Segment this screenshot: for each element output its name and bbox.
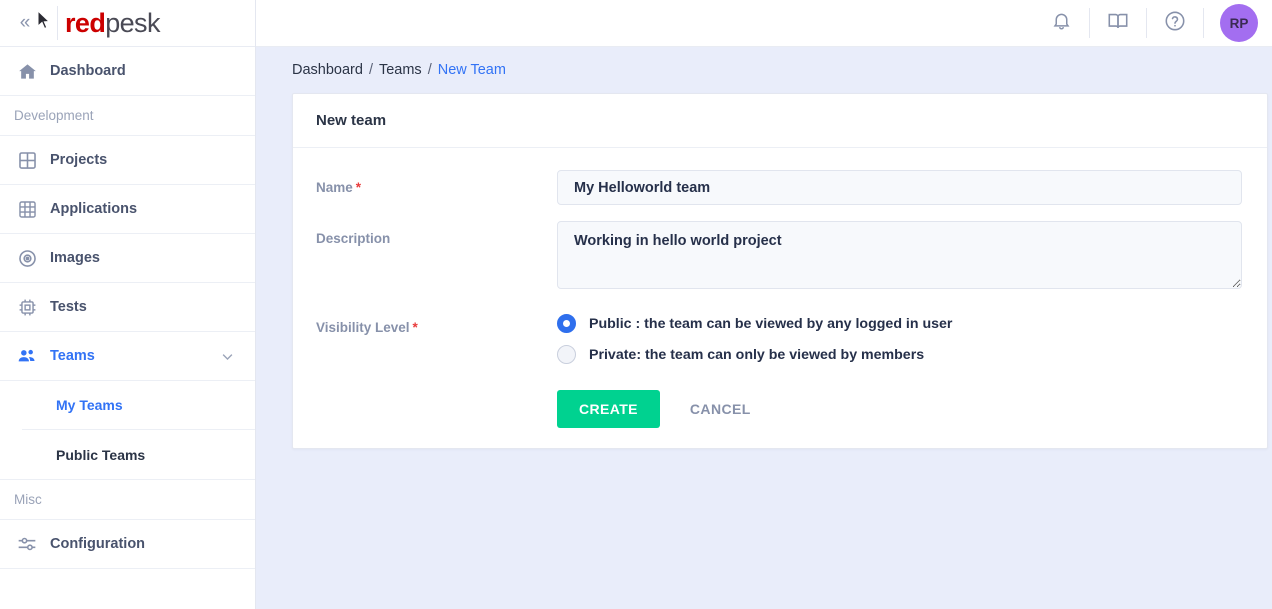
sidebar-item-my-teams[interactable]: My Teams <box>22 381 255 430</box>
breadcrumb: Dashboard / Teams / New Team <box>292 47 1268 93</box>
sidebar-item-label-images: Images <box>50 249 100 266</box>
disc-icon <box>14 247 40 269</box>
sidebar-item-label-teams: Teams <box>50 347 95 364</box>
brand-logo-pesk: pesk <box>105 7 160 38</box>
form-row-description: Description <box>316 221 1242 294</box>
name-field-wrap <box>557 170 1242 205</box>
brand-divider <box>57 6 58 40</box>
collapse-icon: « <box>19 12 30 33</box>
create-button[interactable]: CREATE <box>557 390 660 428</box>
main-area: RP Dashboard / Teams / New Team New team… <box>256 0 1272 609</box>
breadcrumb-new-team[interactable]: New Team <box>438 62 506 78</box>
breadcrumb-dashboard[interactable]: Dashboard <box>292 62 363 78</box>
collapse-sidebar-button[interactable]: « <box>0 0 48 46</box>
sidebar-section-development: Development <box>0 96 255 136</box>
sidebar-item-projects[interactable]: Projects <box>0 136 255 185</box>
sliders-icon <box>14 533 40 555</box>
form-row-visibility: Visibility Level * Public : the team can … <box>316 310 1242 364</box>
sidebar-item-teams[interactable]: Teams <box>0 332 255 381</box>
radio-private[interactable] <box>557 345 576 364</box>
breadcrumb-separator-1: / <box>368 62 373 78</box>
topbar-divider-3 <box>1203 8 1204 38</box>
name-label-text: Name <box>316 180 353 195</box>
new-team-form: Name* Description <box>293 148 1267 448</box>
breadcrumb-separator-2: / <box>427 62 432 78</box>
sidebar: « redpesk Dashboard Development Projects… <box>0 0 256 609</box>
chevron-down-icon[interactable] <box>220 349 235 364</box>
sidebar-item-label-configuration: Configuration <box>50 535 146 552</box>
name-label: Name * <box>316 170 557 195</box>
sidebar-item-images[interactable]: Images <box>0 234 255 283</box>
name-required-mark: * <box>355 180 362 195</box>
visibility-label: Visibility Level * <box>316 310 557 335</box>
visibility-option-private[interactable]: Private: the team can only be viewed by … <box>557 345 1242 364</box>
topbar: RP <box>256 0 1272 47</box>
description-textarea[interactable] <box>557 221 1242 289</box>
app-root: « redpesk Dashboard Development Projects… <box>0 0 1272 609</box>
card-title: New team <box>293 94 1267 148</box>
grid-4-icon <box>14 149 40 171</box>
sidebar-section-misc: Misc <box>0 480 255 520</box>
content-area: Dashboard / Teams / New Team New team Na… <box>256 47 1272 609</box>
sidebar-item-tests[interactable]: Tests <box>0 283 255 332</box>
visibility-option-public[interactable]: Public : the team can be viewed by any l… <box>557 314 1242 333</box>
chip-icon <box>14 296 40 318</box>
sidebar-item-label-my-teams: My Teams <box>56 397 123 413</box>
sidebar-item-configuration[interactable]: Configuration <box>0 520 255 569</box>
description-field-wrap <box>557 221 1242 294</box>
visibility-options: Public : the team can be viewed by any l… <box>557 310 1242 364</box>
sidebar-item-label-tests: Tests <box>50 298 87 315</box>
notifications-button[interactable] <box>1033 0 1089 46</box>
question-circle-icon <box>1164 10 1186 37</box>
visibility-label-text: Visibility Level <box>316 320 410 335</box>
sidebar-item-applications[interactable]: Applications <box>0 185 255 234</box>
help-button[interactable] <box>1147 0 1203 46</box>
sidebar-item-dashboard[interactable]: Dashboard <box>0 47 255 96</box>
sidebar-item-public-teams[interactable]: Public Teams <box>22 430 255 479</box>
sidebar-item-label-applications: Applications <box>50 200 138 217</box>
teams-submenu: My Teams Public Teams <box>0 381 255 480</box>
new-team-card: New team Name* Description <box>292 93 1268 449</box>
description-label: Description <box>316 221 557 246</box>
description-label-text: Description <box>316 231 391 246</box>
breadcrumb-teams[interactable]: Teams <box>379 62 422 78</box>
sidebar-item-label-projects: Projects <box>50 151 108 168</box>
book-icon <box>1107 10 1129 37</box>
avatar-initials: RP <box>1229 15 1249 31</box>
cancel-button[interactable]: CANCEL <box>690 401 751 417</box>
documentation-button[interactable] <box>1090 0 1146 46</box>
form-actions: CREATE CANCEL <box>316 390 1242 428</box>
users-icon <box>14 345 40 367</box>
sidebar-brand-row: « redpesk <box>0 0 255 47</box>
radio-public[interactable] <box>557 314 576 333</box>
sidebar-item-label-dashboard: Dashboard <box>50 62 126 79</box>
form-row-name: Name * <box>316 170 1242 205</box>
brand-logo-red: red <box>65 7 106 38</box>
grid-9-icon <box>14 198 40 220</box>
radio-label-private[interactable]: Private: the team can only be viewed by … <box>589 347 924 363</box>
home-icon <box>14 60 40 82</box>
sidebar-item-label-public-teams: Public Teams <box>56 446 146 463</box>
visibility-required-mark: * <box>412 320 418 335</box>
bell-icon <box>1051 10 1072 36</box>
brand-logo[interactable]: redpesk <box>65 7 160 38</box>
name-input[interactable] <box>557 170 1242 205</box>
avatar[interactable]: RP <box>1220 4 1258 42</box>
radio-label-public[interactable]: Public : the team can be viewed by any l… <box>589 316 952 332</box>
